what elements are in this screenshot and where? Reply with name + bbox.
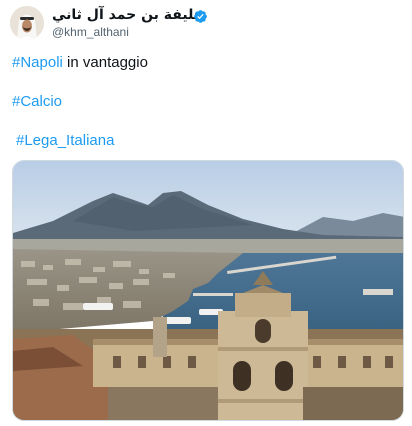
tweet-media-image[interactable] xyxy=(12,160,404,421)
tweet-text-line-2: #Calcio xyxy=(12,93,62,110)
tweet-text-line-1: #Napoli in vantaggio xyxy=(12,54,148,71)
hashtag-link-lega-italiana[interactable]: #Lega_Italiana xyxy=(16,132,114,149)
tweet-card[interactable]: خليفة بن حمد آل ثاني @khm_althani #Napol… xyxy=(0,0,412,426)
author-avatar[interactable] xyxy=(10,6,44,40)
hashtag-link-napoli[interactable]: #Napoli xyxy=(12,54,63,71)
verified-badge-icon xyxy=(194,10,207,23)
author-display-name[interactable]: خليفة بن حمد آل ثاني xyxy=(52,7,204,23)
tweet-text-line-3: #Lega_Italiana xyxy=(16,132,114,149)
tweet-text: in vantaggio xyxy=(62,54,148,71)
hashtag-link-calcio[interactable]: #Calcio xyxy=(12,93,62,110)
author-handle[interactable]: @khm_althani xyxy=(52,25,129,39)
naples-vesuvius-photo xyxy=(13,161,403,420)
person-avatar-icon xyxy=(10,6,44,40)
